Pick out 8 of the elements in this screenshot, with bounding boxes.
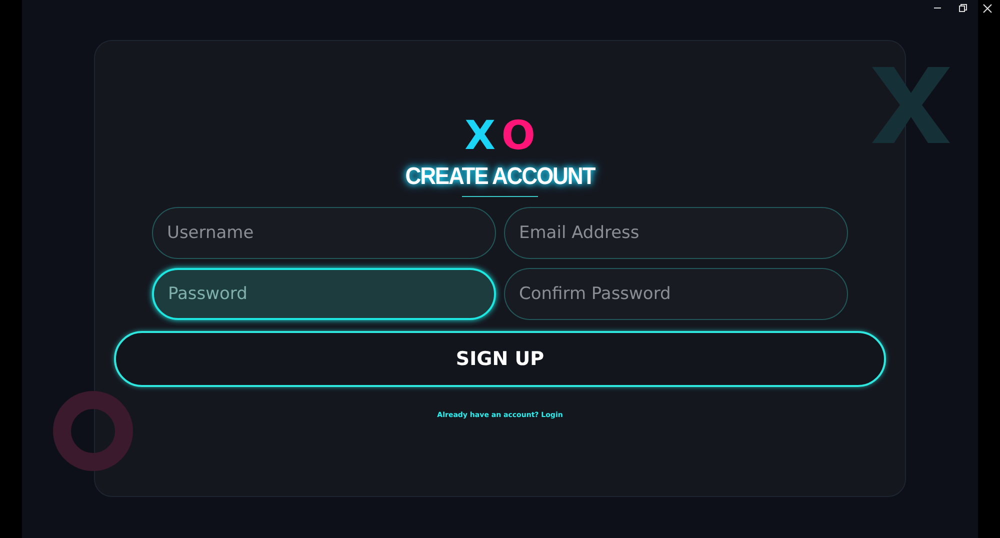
logo-letter: O bbox=[501, 113, 536, 159]
signup-button[interactable]: SIGN UP bbox=[114, 331, 886, 387]
logo-letter: X bbox=[464, 113, 496, 159]
input-field[interactable]: Username bbox=[152, 207, 496, 259]
ring-icon bbox=[52, 390, 134, 472]
input-field[interactable]: Confirm Password bbox=[504, 268, 848, 320]
input-field[interactable]: Email Address bbox=[504, 207, 848, 259]
page-title: CREATE ACCOUNT bbox=[405, 163, 595, 191]
